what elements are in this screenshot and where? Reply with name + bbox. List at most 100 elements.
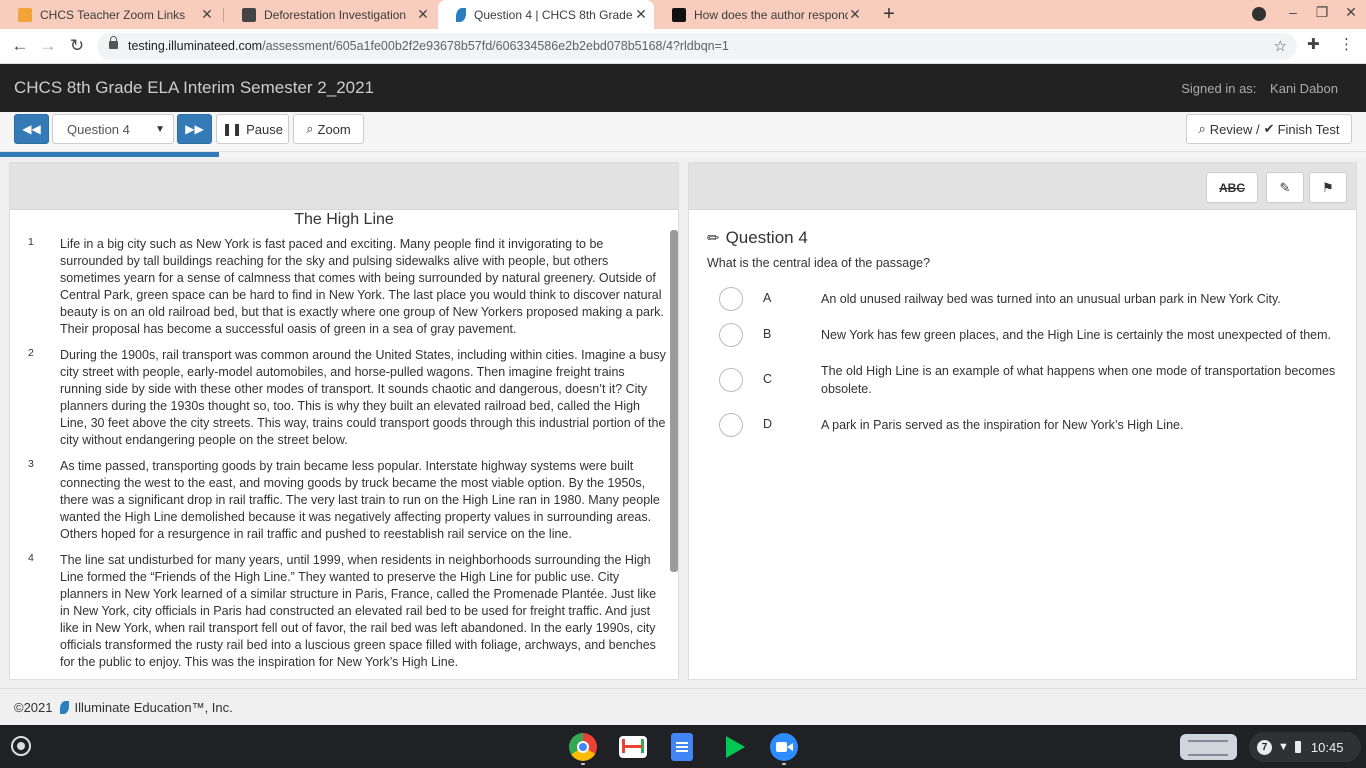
passage-title: The High Line [294, 211, 394, 228]
passage-scrollbar[interactable] [670, 230, 678, 679]
answer-choice-c[interactable]: C The old High Line is an example of wha… [719, 364, 1339, 398]
back-arrow-icon[interactable]: ← [9, 35, 31, 57]
question-select[interactable]: Question 4 ▼ [52, 114, 174, 144]
reload-icon[interactable]: ↻ [66, 35, 88, 57]
radio-button[interactable] [719, 368, 743, 392]
signed-in-info: Signed in as: Kani Dabon [1181, 81, 1338, 96]
tab-title: How does the author respond to [694, 7, 848, 22]
browser-tabstrip: CHCS Teacher Zoom Links ✕ Deforestation … [0, 0, 1366, 29]
chrome-icon[interactable] [569, 733, 597, 761]
tab-search-icon[interactable] [1252, 7, 1266, 21]
new-tab-icon[interactable]: + [879, 3, 899, 26]
question-heading: ✏ Question 4 [707, 228, 808, 248]
user-name: Kani Dabon [1270, 81, 1338, 96]
choice-letter: D [763, 417, 773, 431]
question-panel: ABC ✎ ⚑ ✏ Question 4 What is the central… [688, 162, 1357, 680]
choice-letter: B [763, 327, 772, 341]
copyright-year: ©2021 [14, 700, 53, 715]
paragraph-number: 1 [28, 236, 34, 248]
answer-choice-d[interactable]: D A park in Paris served as the inspirat… [719, 413, 1339, 437]
address-bar[interactable]: testing.illuminateed.com/assessment/605a… [97, 33, 1297, 60]
browser-tab-question-4[interactable]: Question 4 | CHCS 8th Grade ELA ✕ [438, 0, 654, 29]
choice-text[interactable]: A park in Paris served as the inspiratio… [803, 413, 1183, 434]
passage-paragraph: 3 As time passed, transporting goods by … [10, 458, 668, 543]
forward-arrow-icon[interactable]: → [37, 35, 59, 57]
paragraph-text: During the 1900s, rail transport was com… [60, 348, 666, 447]
chevron-down-icon: ▼ [155, 124, 165, 135]
pencil-icon: ✏ [707, 230, 720, 247]
bookmark-star-icon[interactable]: ☆ [1274, 37, 1287, 55]
choice-text[interactable]: An old unused railway bed was turned int… [803, 287, 1281, 308]
choice-letter: C [763, 372, 773, 386]
browser-tab-zoom-links[interactable]: CHCS Teacher Zoom Links ✕ [0, 0, 220, 29]
zoom-app-icon[interactable] [770, 733, 798, 761]
launcher-icon[interactable] [11, 736, 31, 756]
strikethrough-label: ABC [1219, 180, 1245, 195]
minimize-icon[interactable]: – [1283, 4, 1303, 20]
notepad-tool-button[interactable]: ✎ [1266, 172, 1304, 203]
browser-menu-icon[interactable]: ⋮ [1339, 35, 1354, 53]
finish-label: Finish Test [1277, 121, 1340, 137]
close-tab-icon[interactable]: ✕ [200, 6, 214, 23]
passage-panel-header [10, 163, 678, 210]
choice-text[interactable]: The old High Line is an example of what … [803, 359, 1339, 398]
footer-copyright: ©2021 Illuminate Education™, Inc. [14, 700, 233, 715]
browser-tab-deforestation[interactable]: Deforestation Investigation ✕ [224, 0, 436, 29]
google-docs-icon[interactable] [671, 733, 693, 761]
signed-in-label: Signed in as: [1181, 81, 1257, 96]
radio-button[interactable] [719, 413, 743, 437]
radio-button[interactable] [719, 323, 743, 347]
holding-space-thumbnail[interactable] [1180, 734, 1237, 760]
question-prompt: What is the central idea of the passage? [707, 256, 931, 270]
status-tray[interactable]: 7 ▼ 10:45 [1249, 732, 1361, 762]
flag-question-button[interactable]: ⚑ [1309, 172, 1347, 203]
question-heading-text: Question 4 [725, 228, 808, 247]
gmail-icon[interactable] [619, 736, 647, 758]
extensions-puzzle-icon[interactable]: ✚ [1307, 35, 1320, 53]
fast-backward-icon: ◀◀ [22, 122, 41, 136]
answer-choice-b[interactable]: B New York has few green places, and the… [719, 323, 1339, 347]
previous-question-button[interactable]: ◀◀ [14, 114, 49, 144]
close-window-icon[interactable]: ✕ [1341, 4, 1361, 21]
question-select-value: Question 4 [67, 121, 130, 137]
illuminate-favicon-icon [456, 7, 466, 22]
passage-panel: The High Line 1 Life in a big city such … [9, 162, 679, 680]
radio-button[interactable] [719, 287, 743, 311]
close-tab-icon[interactable]: ✕ [416, 6, 430, 23]
running-indicator [581, 763, 585, 765]
choice-letter: A [763, 291, 772, 305]
tab-title: Deforestation Investigation [264, 7, 407, 22]
tab-title: Question 4 | CHCS 8th Grade ELA [474, 7, 634, 22]
passage-paragraph: 2 During the 1900s, rail transport was c… [10, 347, 668, 449]
answer-choice-a[interactable]: A An old unused railway bed was turned i… [719, 287, 1339, 311]
browser-tab-author-respond[interactable]: How does the author respond to ✕ [654, 0, 868, 29]
strikethrough-tool-button[interactable]: ABC [1206, 172, 1258, 203]
passage-scrollbar-thumb[interactable] [670, 230, 678, 572]
question-panel-header: ABC ✎ ⚑ [689, 163, 1356, 210]
pause-button[interactable]: ❚❚ Pause [216, 114, 289, 144]
paragraph-number: 3 [28, 458, 34, 470]
close-tab-icon[interactable]: ✕ [848, 6, 862, 23]
passage-body: 1 Life in a big city such as New York is… [10, 236, 668, 676]
edit-note-icon: ✎ [1279, 179, 1291, 195]
review-label: Review / [1209, 121, 1260, 137]
os-shelf: 7 ▼ 10:45 [0, 725, 1366, 768]
pause-label: Pause [246, 121, 283, 137]
zoom-button[interactable]: ⌕ Zoom [293, 114, 364, 144]
zoom-links-favicon-icon [18, 7, 32, 22]
contact-card-favicon-icon [242, 7, 256, 22]
passage-paragraph: 4 The line sat undisturbed for many year… [10, 552, 668, 671]
play-store-icon[interactable] [721, 733, 749, 761]
close-tab-icon[interactable]: ✕ [634, 6, 648, 23]
restore-icon[interactable]: ❐ [1312, 4, 1332, 21]
next-question-button[interactable]: ▶▶ [177, 114, 212, 144]
review-finish-button[interactable]: ⌕ Review / ✔ Finish Test [1186, 114, 1352, 144]
choice-text[interactable]: New York has few green places, and the H… [803, 323, 1331, 344]
bookmark-favicon-icon [672, 7, 686, 22]
browser-toolbar: ← → ↻ testing.illuminateed.com/assessmen… [0, 29, 1366, 64]
pause-icon: ❚❚ [222, 122, 243, 136]
battery-icon [1294, 741, 1301, 753]
search-icon: ⌕ [1198, 121, 1206, 136]
assessment-title: CHCS 8th Grade ELA Interim Semester 2_20… [14, 78, 375, 97]
paragraph-text: As time passed, transporting goods by tr… [60, 459, 660, 541]
